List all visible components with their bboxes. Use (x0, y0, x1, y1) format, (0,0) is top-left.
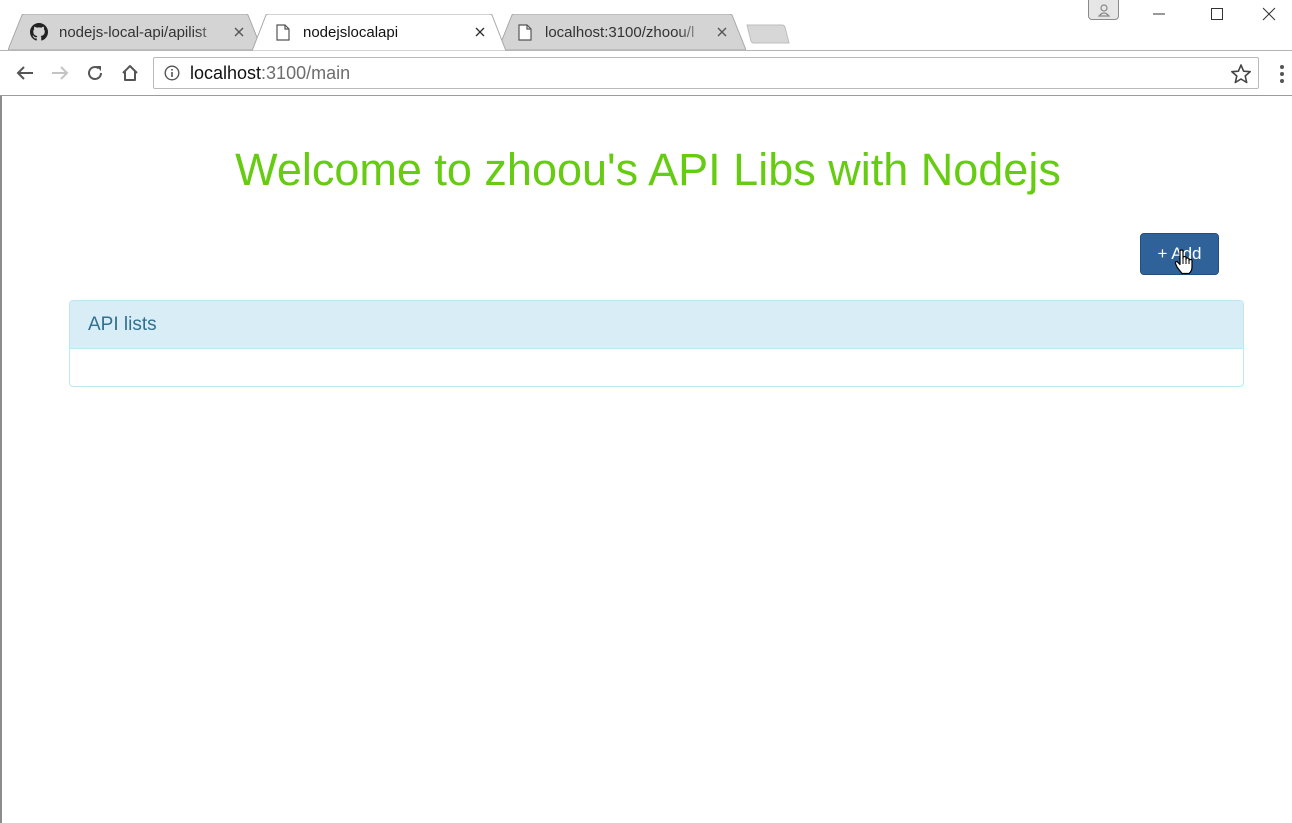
page-icon (516, 23, 534, 41)
add-button[interactable]: + Add (1140, 233, 1219, 275)
page-icon (274, 23, 292, 41)
reload-icon (88, 66, 102, 80)
browser-toolbar: localhost:3100/main (0, 50, 1292, 96)
panel-title: API lists (88, 314, 157, 335)
maximize-icon (1211, 8, 1223, 20)
close-tab-icon[interactable] (230, 23, 248, 41)
url-host: localhost (190, 63, 262, 83)
panel-heading: API lists (70, 301, 1243, 349)
api-list-body (70, 349, 1243, 386)
tab-localhost-zhoou[interactable]: localhost:3100/zhoou/l (498, 14, 746, 50)
forward-button[interactable] (46, 59, 74, 87)
browser-titlebar: nodejs-local-api/apilist localhost:3100/… (0, 0, 1292, 51)
browser-menu-icon[interactable] (1272, 61, 1292, 87)
minimize-icon (1153, 13, 1165, 15)
reload-button[interactable] (81, 59, 109, 87)
page-viewport: Welcome to zhoou's API Libs with Nodejs … (0, 96, 1292, 823)
close-icon (1262, 7, 1276, 21)
github-icon (30, 23, 48, 41)
arrow-right-icon (52, 66, 69, 80)
tab-github[interactable]: nodejs-local-api/apilist (8, 14, 262, 50)
bookmark-star-icon[interactable] (1230, 63, 1252, 85)
home-button[interactable] (116, 59, 144, 87)
tab-nodejslocalapi[interactable]: nodejslocalapi (252, 14, 506, 51)
tab-title: nodejslocalapi (303, 23, 399, 41)
url-text[interactable]: localhost:3100/main (190, 58, 350, 88)
profile-icon (1097, 3, 1110, 17)
page-title: Welcome to zhoou's API Libs with Nodejs (235, 144, 1061, 195)
home-icon (122, 65, 138, 81)
minimize-button[interactable] (1136, 0, 1182, 28)
arrow-left-icon (16, 66, 33, 80)
close-tab-icon[interactable] (713, 23, 731, 41)
api-list-panel: API lists (69, 300, 1244, 387)
close-window-button[interactable] (1246, 0, 1292, 28)
tab-title: localhost:3100/zhoou/l (545, 23, 695, 41)
close-tab-icon[interactable] (471, 23, 489, 41)
profile-button[interactable] (1088, 0, 1119, 20)
maximize-button[interactable] (1194, 0, 1240, 28)
new-tab-button[interactable] (746, 24, 790, 44)
back-button[interactable] (11, 59, 39, 87)
tab-title: nodejs-local-api/apilist (59, 23, 207, 41)
address-bar[interactable]: localhost:3100/main (153, 57, 1259, 89)
info-icon[interactable] (164, 65, 180, 81)
url-path: :3100/main (261, 63, 351, 83)
